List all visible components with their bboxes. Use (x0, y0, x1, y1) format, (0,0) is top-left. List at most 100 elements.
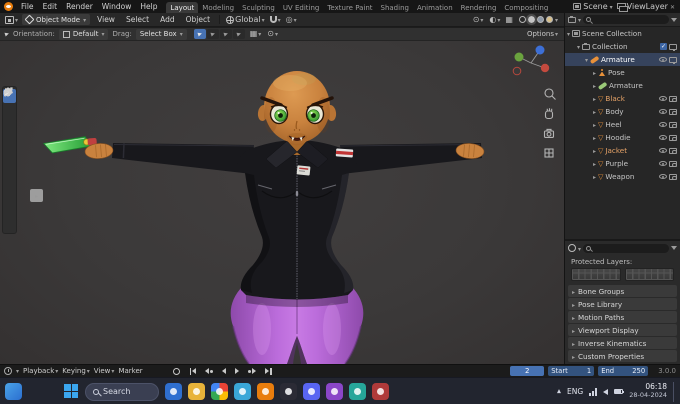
camera-toggle-icon[interactable] (669, 173, 677, 181)
workspace-tab-animation[interactable]: Animation (413, 2, 457, 14)
outliner-row-scene-collection[interactable]: Scene Collection (565, 27, 680, 40)
select-mode-subtract-button[interactable] (219, 29, 232, 39)
tool-settings-icon-button-2[interactable] (266, 30, 279, 38)
viewport-overlay-button[interactable] (30, 189, 43, 202)
drag-select[interactable]: Select Box (135, 28, 187, 40)
shading-wireframe-button[interactable] (518, 16, 526, 23)
menu-object[interactable]: Object (182, 13, 214, 26)
eye-toggle-icon[interactable] (659, 109, 667, 114)
app-icon[interactable] (372, 383, 389, 400)
prev-keyframe-button[interactable] (203, 368, 215, 374)
timeline-editor-icon[interactable] (4, 367, 12, 375)
xray-icon[interactable] (505, 15, 513, 24)
app-icon[interactable] (165, 383, 182, 400)
app-icon[interactable] (234, 383, 251, 400)
outliner-row-armature-data[interactable]: Armature (565, 79, 680, 92)
eye-toggle-icon[interactable] (659, 57, 667, 62)
current-frame-field[interactable]: 2 (510, 366, 545, 376)
menu-file[interactable]: File (17, 0, 38, 13)
eye-toggle-icon[interactable] (659, 122, 667, 127)
expander-icon[interactable] (593, 68, 596, 77)
camera-toggle-icon[interactable] (669, 134, 677, 142)
outliner-row-body[interactable]: Body (565, 105, 680, 118)
section-bone-groups[interactable]: Bone Groups (568, 285, 677, 297)
eye-toggle-icon[interactable] (659, 161, 667, 166)
render-visibility-icon[interactable] (669, 43, 677, 51)
workspace-tab-texture-paint[interactable]: Texture Paint (323, 2, 376, 14)
eye-toggle-icon[interactable] (659, 174, 667, 179)
section-pose-library[interactable]: Pose Library (568, 298, 677, 310)
jump-to-start-button[interactable] (188, 367, 199, 375)
gizmo-x-axis-icon[interactable] (540, 63, 550, 73)
play-button[interactable] (233, 368, 241, 374)
frame-end-field[interactable]: End 250 (598, 366, 649, 376)
menu-view-timeline[interactable]: View (94, 367, 115, 375)
tool-annotate-button[interactable] (3, 88, 16, 199)
viewport-canvas[interactable] (0, 41, 564, 364)
render-visibility-icon[interactable] (669, 56, 677, 64)
gizmo-z-axis-icon[interactable] (535, 45, 545, 55)
section-viewport-display[interactable]: Viewport Display (568, 324, 677, 336)
tool-transform-button[interactable] (3, 87, 16, 183)
start-button[interactable] (64, 384, 79, 399)
viewport-pan-button[interactable] (544, 108, 554, 120)
menu-render[interactable]: Render (62, 0, 97, 13)
filter-icon[interactable] (671, 17, 677, 22)
tool-settings-icon-button[interactable] (249, 30, 263, 38)
select-mode-new-button[interactable] (193, 29, 206, 39)
orientation-select[interactable]: Default (58, 28, 109, 40)
app-icon[interactable] (303, 383, 320, 400)
expander-icon[interactable] (577, 42, 580, 51)
menu-view[interactable]: View (93, 13, 119, 26)
tool-rotate-button[interactable] (3, 87, 16, 151)
shading-material-button[interactable] (536, 16, 544, 23)
close-icon[interactable] (670, 2, 675, 11)
menu-select[interactable]: Select (122, 13, 153, 26)
shading-solid-button[interactable] (525, 14, 537, 25)
snap-button[interactable] (269, 15, 282, 24)
outliner-row-jacket[interactable]: Jacket (565, 144, 680, 157)
expander-icon[interactable] (567, 29, 570, 38)
app-icon[interactable] (280, 383, 297, 400)
outliner-row-heel[interactable]: Heel (565, 118, 680, 131)
outliner-row-weapon[interactable]: Weapon (565, 170, 680, 183)
expander-icon[interactable] (593, 133, 596, 142)
viewport-camera-button[interactable] (543, 128, 555, 138)
workspace-tab-uv-editing[interactable]: UV Editing (279, 2, 324, 14)
expander-icon[interactable] (593, 159, 596, 168)
viewport-zoom-button[interactable] (544, 88, 556, 100)
camera-toggle-icon[interactable] (669, 147, 677, 155)
taskbar-clock-button[interactable]: 06:18 28-04-2024 (629, 383, 667, 399)
workspace-tab-compositing[interactable]: Compositing (500, 2, 552, 14)
menu-marker[interactable]: Marker (118, 367, 142, 375)
camera-toggle-icon[interactable] (669, 121, 677, 129)
tool-add-cube-button[interactable] (3, 88, 16, 231)
menu-playback[interactable]: Playback (23, 367, 58, 375)
app-icon[interactable] (188, 383, 205, 400)
expander-icon[interactable] (593, 146, 596, 155)
menu-window[interactable]: Window (98, 0, 136, 13)
menu-add[interactable]: Add (156, 13, 179, 26)
camera-toggle-icon[interactable] (669, 160, 677, 168)
gizmo-y-axis-icon[interactable] (514, 52, 524, 62)
expander-icon[interactable] (593, 120, 596, 129)
eye-toggle-icon[interactable] (659, 148, 667, 153)
outliner-row-pose[interactable]: Pose (565, 66, 680, 79)
menu-help[interactable]: Help (136, 0, 161, 13)
eye-toggle-icon[interactable] (659, 96, 667, 101)
app-icon[interactable] (326, 383, 343, 400)
workspace-tab-modeling[interactable]: Modeling (198, 2, 238, 14)
collection-checkbox[interactable] (660, 43, 667, 50)
workspace-tab-sculpting[interactable]: Sculpting (238, 2, 279, 14)
volume-icon[interactable] (603, 388, 609, 395)
outliner-row-hoodie[interactable]: Hoodie (565, 131, 680, 144)
gizmo-neg-x-axis-icon[interactable] (512, 66, 522, 76)
3d-viewport[interactable] (0, 41, 564, 364)
jump-to-end-button[interactable] (263, 367, 274, 375)
tray-expand-icon[interactable] (557, 387, 561, 396)
next-keyframe-button[interactable] (246, 368, 258, 374)
section-motion-paths[interactable]: Motion Paths (568, 311, 677, 323)
tool-cursor-button[interactable] (3, 87, 16, 119)
select-mode-extend-button[interactable] (206, 29, 219, 39)
layer-grid-b[interactable] (624, 268, 674, 281)
